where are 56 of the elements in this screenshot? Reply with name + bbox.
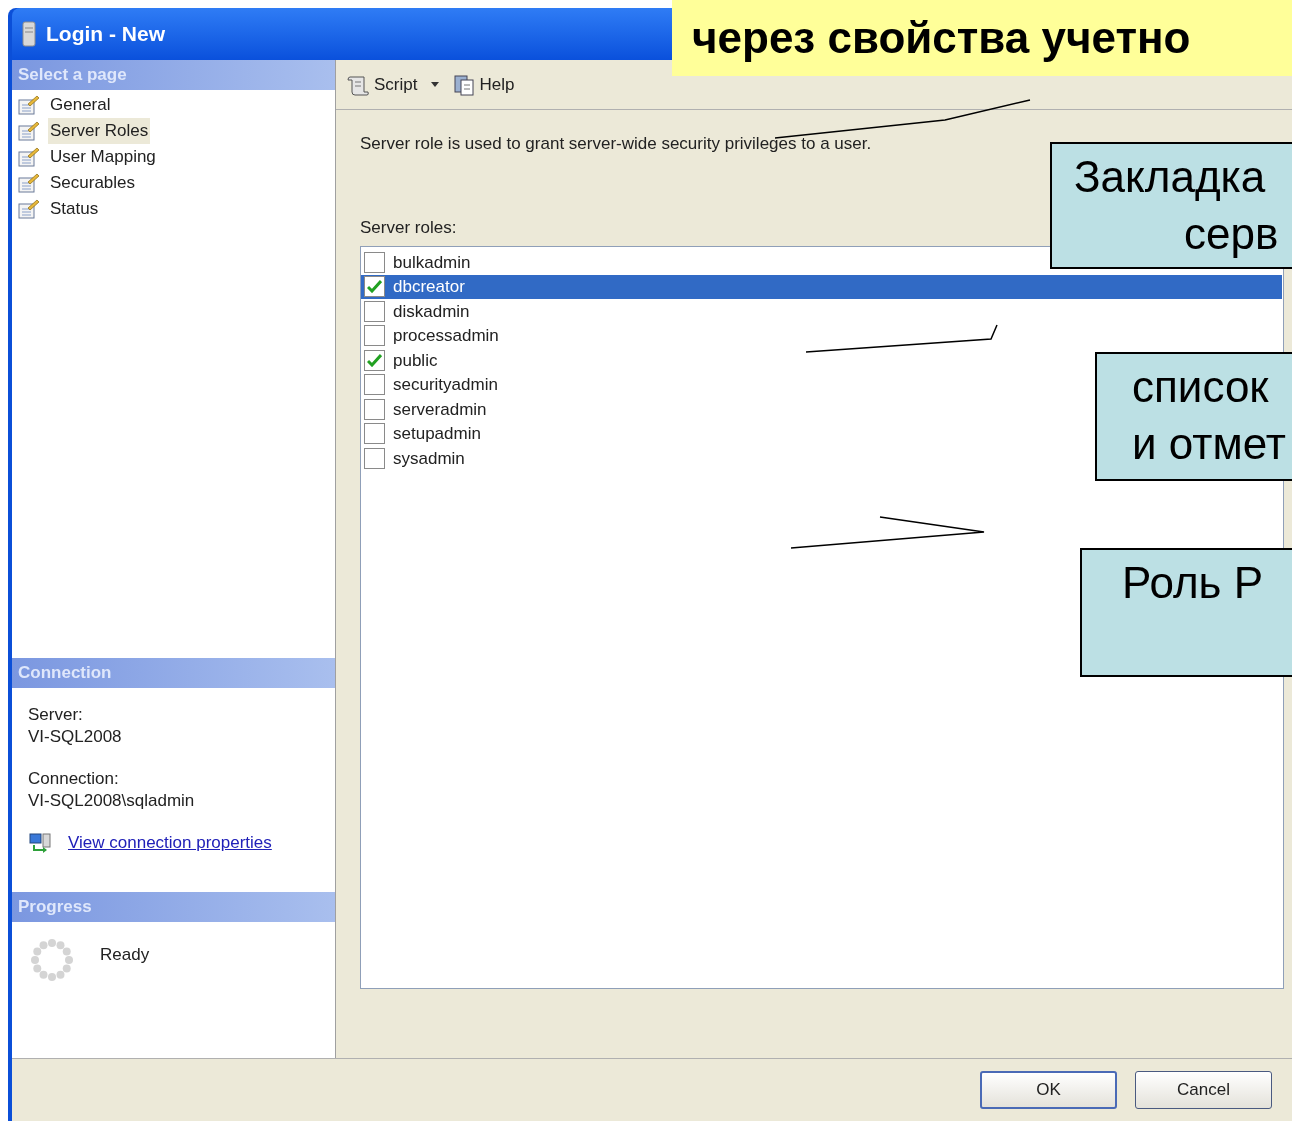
- script-button[interactable]: Script: [346, 71, 418, 98]
- role-row[interactable]: diskadmin: [361, 299, 474, 324]
- callout-text: Закладка: [1073, 151, 1267, 203]
- checkbox[interactable]: [364, 349, 385, 371]
- callout-text: Роль P: [1121, 557, 1265, 609]
- checkbox[interactable]: [364, 447, 385, 469]
- computers-icon: [28, 833, 52, 853]
- page-icon: [18, 173, 40, 193]
- section-header: Connection: [12, 658, 335, 688]
- checkbox[interactable]: [364, 300, 385, 322]
- spinner-icon: [30, 938, 74, 982]
- server-label: Server:: [28, 704, 84, 726]
- callout-text: список: [1131, 361, 1270, 413]
- role-row[interactable]: dbcreator: [361, 274, 1282, 299]
- page-icon: [18, 121, 40, 141]
- checkbox[interactable]: [364, 398, 385, 420]
- connection-label: Connection:: [28, 768, 120, 790]
- role-row[interactable]: sysadmin: [361, 446, 469, 471]
- role-row[interactable]: public: [361, 348, 442, 373]
- role-row[interactable]: bulkadmin: [361, 250, 475, 275]
- scroll-icon: [346, 73, 370, 96]
- checkbox[interactable]: [364, 423, 385, 445]
- callout-text: и отмет: [1131, 418, 1287, 470]
- role-row[interactable]: processadmin: [361, 323, 503, 348]
- checkbox[interactable]: [364, 276, 385, 298]
- page-item[interactable]: Securables: [48, 170, 138, 196]
- page-item[interactable]: Server Roles: [48, 118, 151, 144]
- page-item[interactable]: Status: [48, 196, 101, 222]
- role-row[interactable]: setupadmin: [361, 421, 485, 446]
- role-row[interactable]: securityadmin: [361, 372, 502, 397]
- checkbox[interactable]: [364, 374, 385, 396]
- connection-properties-link[interactable]: View connection properties: [68, 832, 272, 854]
- page-icon: [18, 147, 40, 167]
- page-item[interactable]: General: [48, 92, 113, 118]
- help-button[interactable]: Help: [453, 71, 515, 98]
- section-header: Select a page: [12, 60, 335, 90]
- checkbox[interactable]: [364, 251, 385, 273]
- checkbox[interactable]: [364, 325, 385, 347]
- slide-banner: через свойства учетно: [672, 0, 1292, 76]
- connection-name: VI-SQL2008\sqladmin: [28, 790, 196, 812]
- description-text: Server role is used to grant server-wide security privileges to a user.: [360, 133, 872, 155]
- cancel-button[interactable]: Cancel: [1135, 1071, 1272, 1109]
- server-name: VI-SQL2008: [28, 726, 123, 748]
- caret-icon[interactable]: [431, 82, 440, 87]
- ok-button[interactable]: OK: [980, 1071, 1117, 1109]
- page-icon: [18, 199, 40, 219]
- page-icon: [18, 95, 40, 115]
- window-title: Login - New: [46, 21, 165, 48]
- server-roles-label: Server roles:: [360, 216, 457, 239]
- callout-text: серв: [1183, 208, 1280, 260]
- server-icon: [22, 21, 36, 47]
- role-row[interactable]: serveradmin: [361, 397, 491, 422]
- section-header: Progress: [12, 892, 335, 922]
- document-icon: [453, 73, 476, 96]
- progress-status: Ready: [100, 944, 150, 966]
- page-item[interactable]: User Mapping: [48, 144, 158, 170]
